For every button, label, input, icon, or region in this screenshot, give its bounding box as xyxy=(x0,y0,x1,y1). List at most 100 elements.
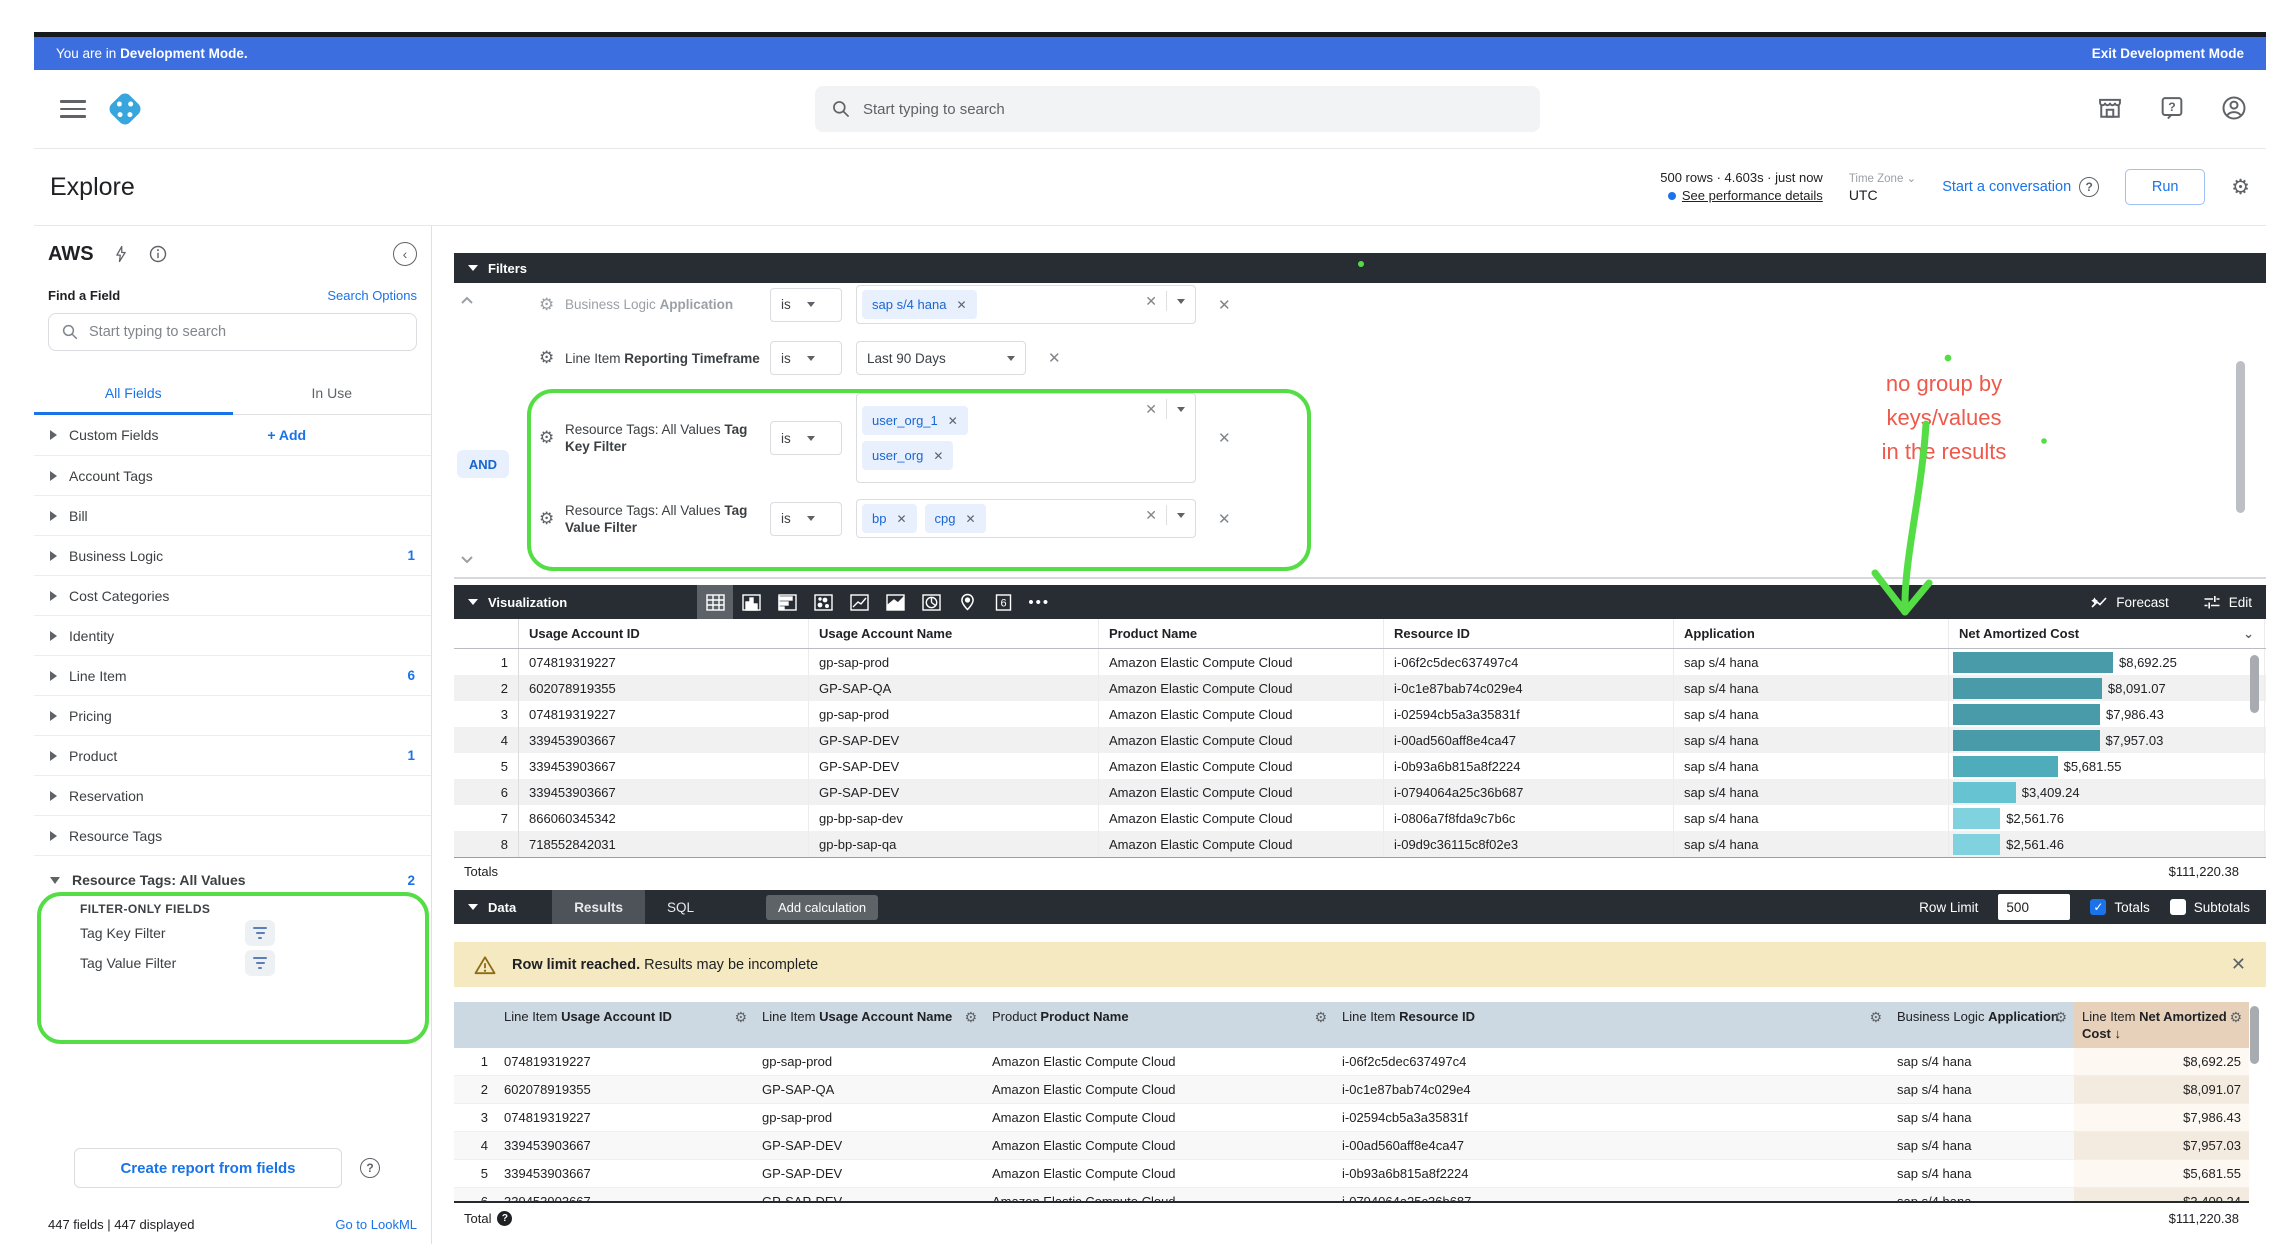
chart-type-scatter-icon[interactable] xyxy=(805,585,841,619)
filter-settings-gear-icon[interactable]: ⚙ xyxy=(539,295,565,315)
table-row[interactable]: 3 074819319227 gp-sap-prod Amazon Elasti… xyxy=(454,1104,2249,1132)
sidebar-category-item[interactable]: Custom Fields + Add xyxy=(34,415,431,455)
filter-operator-select[interactable]: is xyxy=(770,288,842,322)
filter-value-box[interactable]: bp✕ cpg✕ ✕ xyxy=(856,499,1196,538)
start-conversation-link[interactable]: Start a conversation ? xyxy=(1942,177,2099,197)
table-row[interactable]: 4 339453903667 GP-SAP-DEV Amazon Elastic… xyxy=(454,727,2266,753)
see-performance-details-link[interactable]: See performance details xyxy=(1682,187,1823,205)
chevron-down-icon[interactable]: ⌄ xyxy=(2243,626,2254,642)
menu-hamburger-icon[interactable] xyxy=(60,100,86,118)
filter-by-field-icon[interactable] xyxy=(245,950,275,976)
filter-value-box[interactable]: user_org_1✕ user_org✕ ✕ xyxy=(856,393,1196,483)
filter-value-chip[interactable]: user_org_1✕ xyxy=(862,406,968,435)
table-row[interactable]: 1 074819319227 gp-sap-prod Amazon Elasti… xyxy=(454,1048,2249,1076)
remove-filter-icon[interactable]: ✕ xyxy=(1218,429,1231,447)
close-icon[interactable]: ✕ xyxy=(2231,954,2246,975)
sidebar-category-item[interactable]: Cost Categories xyxy=(34,575,431,615)
filter-value-chip[interactable]: bp✕ xyxy=(862,504,917,533)
remove-filter-icon[interactable]: ✕ xyxy=(1218,510,1231,528)
table-row[interactable]: 2 602078919355 GP-SAP-QA Amazon Elastic … xyxy=(454,1076,2249,1104)
column-header[interactable]: Net Amortized Cost⌄ xyxy=(1949,619,2265,648)
column-gear-icon[interactable]: ⚙ xyxy=(1869,1009,1882,1026)
data-table-scrollbar[interactable] xyxy=(2250,1006,2259,1064)
sidebar-category-item[interactable]: Line Item 6 xyxy=(34,655,431,695)
column-gear-icon[interactable]: ⚙ xyxy=(964,1009,977,1026)
table-row[interactable]: 6 339453903667 GP-SAP-DEV Amazon Elastic… xyxy=(454,1188,2249,1201)
timezone-selector[interactable]: Time Zone ⌄ UTC xyxy=(1849,171,1916,203)
scroll-down-icon[interactable] xyxy=(460,555,474,565)
filter-value-chip[interactable]: cpg✕ xyxy=(925,504,986,533)
totals-checkbox[interactable]: ✓Totals xyxy=(2090,899,2149,915)
filters-scrollbar[interactable] xyxy=(2236,361,2245,513)
chart-type-line-icon[interactable] xyxy=(841,585,877,619)
chart-type-area-icon[interactable] xyxy=(877,585,913,619)
table-row[interactable]: 3 074819319227 gp-sap-prod Amazon Elasti… xyxy=(454,701,2266,727)
sidebar-category-item[interactable]: Bill xyxy=(34,495,431,535)
remove-filter-icon[interactable]: ✕ xyxy=(1218,296,1231,314)
column-header[interactable]: Resource ID xyxy=(1384,619,1674,648)
chart-type-column-icon[interactable] xyxy=(733,585,769,619)
column-gear-icon[interactable]: ⚙ xyxy=(1314,1009,1327,1026)
global-search-input[interactable] xyxy=(863,101,1524,118)
remove-chip-icon[interactable]: ✕ xyxy=(933,449,943,463)
table-row[interactable]: 2 602078919355 GP-SAP-QA Amazon Elastic … xyxy=(454,675,2266,701)
filter-settings-gear-icon[interactable]: ⚙ xyxy=(539,509,565,529)
field-tag-value-filter[interactable]: Tag Value Filter xyxy=(80,950,415,976)
filter-settings-gear-icon[interactable]: ⚙ xyxy=(539,428,565,448)
chart-type-map-icon[interactable] xyxy=(949,585,985,619)
conversation-help-icon[interactable]: ? xyxy=(2079,177,2099,197)
remove-chip-icon[interactable]: ✕ xyxy=(896,512,906,526)
remove-filter-icon[interactable]: ✕ xyxy=(1048,349,1061,367)
row-limit-input[interactable] xyxy=(1998,894,2070,920)
collapse-caret-icon[interactable] xyxy=(468,904,478,910)
explore-settings-gear-icon[interactable]: ⚙ xyxy=(2231,177,2250,198)
field-search-input[interactable] xyxy=(89,324,404,340)
filters-section-header[interactable]: Filters xyxy=(454,253,2266,283)
sidebar-category-item[interactable]: Product 1 xyxy=(34,735,431,775)
account-icon[interactable] xyxy=(2220,94,2248,122)
marketplace-icon[interactable] xyxy=(2096,94,2124,122)
column-header[interactable]: Usage Account Name xyxy=(809,619,1099,648)
create-report-from-fields-button[interactable]: Create report from fields xyxy=(74,1148,342,1188)
table-row[interactable]: 5 339453903667 GP-SAP-DEV Amazon Elastic… xyxy=(454,1160,2249,1188)
global-search-bar[interactable] xyxy=(815,86,1540,132)
column-header[interactable]: Line Item Resource ID⚙ xyxy=(1334,1002,1889,1048)
column-header[interactable]: Line Item Usage Account Name⚙ xyxy=(754,1002,984,1048)
column-gear-icon[interactable]: ⚙ xyxy=(2229,1009,2242,1026)
sidebar-category-item[interactable]: Identity xyxy=(34,615,431,655)
table-row[interactable]: 5 339453903667 GP-SAP-DEV Amazon Elastic… xyxy=(454,753,2266,779)
info-icon[interactable] xyxy=(148,244,168,264)
total-help-icon[interactable]: ? xyxy=(497,1211,512,1226)
tab-results[interactable]: Results xyxy=(552,890,645,924)
filter-operator-select[interactable]: is xyxy=(770,502,842,536)
filter-operator-select[interactable]: is xyxy=(770,341,842,375)
scroll-up-icon[interactable] xyxy=(460,295,474,305)
filter-value-chip[interactable]: user_org✕ xyxy=(862,441,953,470)
sidebar-category-item[interactable]: Account Tags xyxy=(34,455,431,495)
chart-type-table-icon[interactable] xyxy=(697,585,733,619)
table-row[interactable]: 6 339453903667 GP-SAP-DEV Amazon Elastic… xyxy=(454,779,2266,805)
remove-chip-icon[interactable]: ✕ xyxy=(966,512,976,526)
go-to-lookml-link[interactable]: Go to LookML xyxy=(335,1217,417,1232)
clear-values-icon[interactable]: ✕ xyxy=(1136,401,1166,418)
filter-value-chip[interactable]: sap s/4 hana✕ xyxy=(862,290,977,319)
clear-values-icon[interactable]: ✕ xyxy=(1136,507,1166,524)
column-header[interactable]: Usage Account ID xyxy=(519,619,809,648)
tab-sql[interactable]: SQL xyxy=(645,890,716,924)
column-header[interactable]: Line Item Usage Account ID⚙ xyxy=(496,1002,754,1048)
chart-type-single-value-icon[interactable]: 6 xyxy=(985,585,1021,619)
edit-button[interactable]: Edit xyxy=(2203,594,2252,610)
column-header[interactable]: Product Product Name⚙ xyxy=(984,1002,1334,1048)
table-row[interactable]: 4 339453903667 GP-SAP-DEV Amazon Elastic… xyxy=(454,1132,2249,1160)
column-header[interactable]: Application xyxy=(1674,619,1949,648)
table-row[interactable]: 1 074819319227 gp-sap-prod Amazon Elasti… xyxy=(454,649,2266,675)
tab-in-use[interactable]: In Use xyxy=(233,379,432,414)
sidebar-category-item[interactable]: Resource Tags xyxy=(34,815,431,855)
filter-operator-select[interactable]: is xyxy=(770,421,842,455)
collapse-sidebar-icon[interactable]: ‹ xyxy=(393,242,417,266)
sidebar-category-item[interactable]: Pricing xyxy=(34,695,431,735)
chart-type-pie-icon[interactable] xyxy=(913,585,949,619)
chart-type-more-icon[interactable]: ••• xyxy=(1021,585,1057,619)
remove-chip-icon[interactable]: ✕ xyxy=(956,298,966,312)
create-report-help-icon[interactable]: ? xyxy=(360,1158,380,1178)
